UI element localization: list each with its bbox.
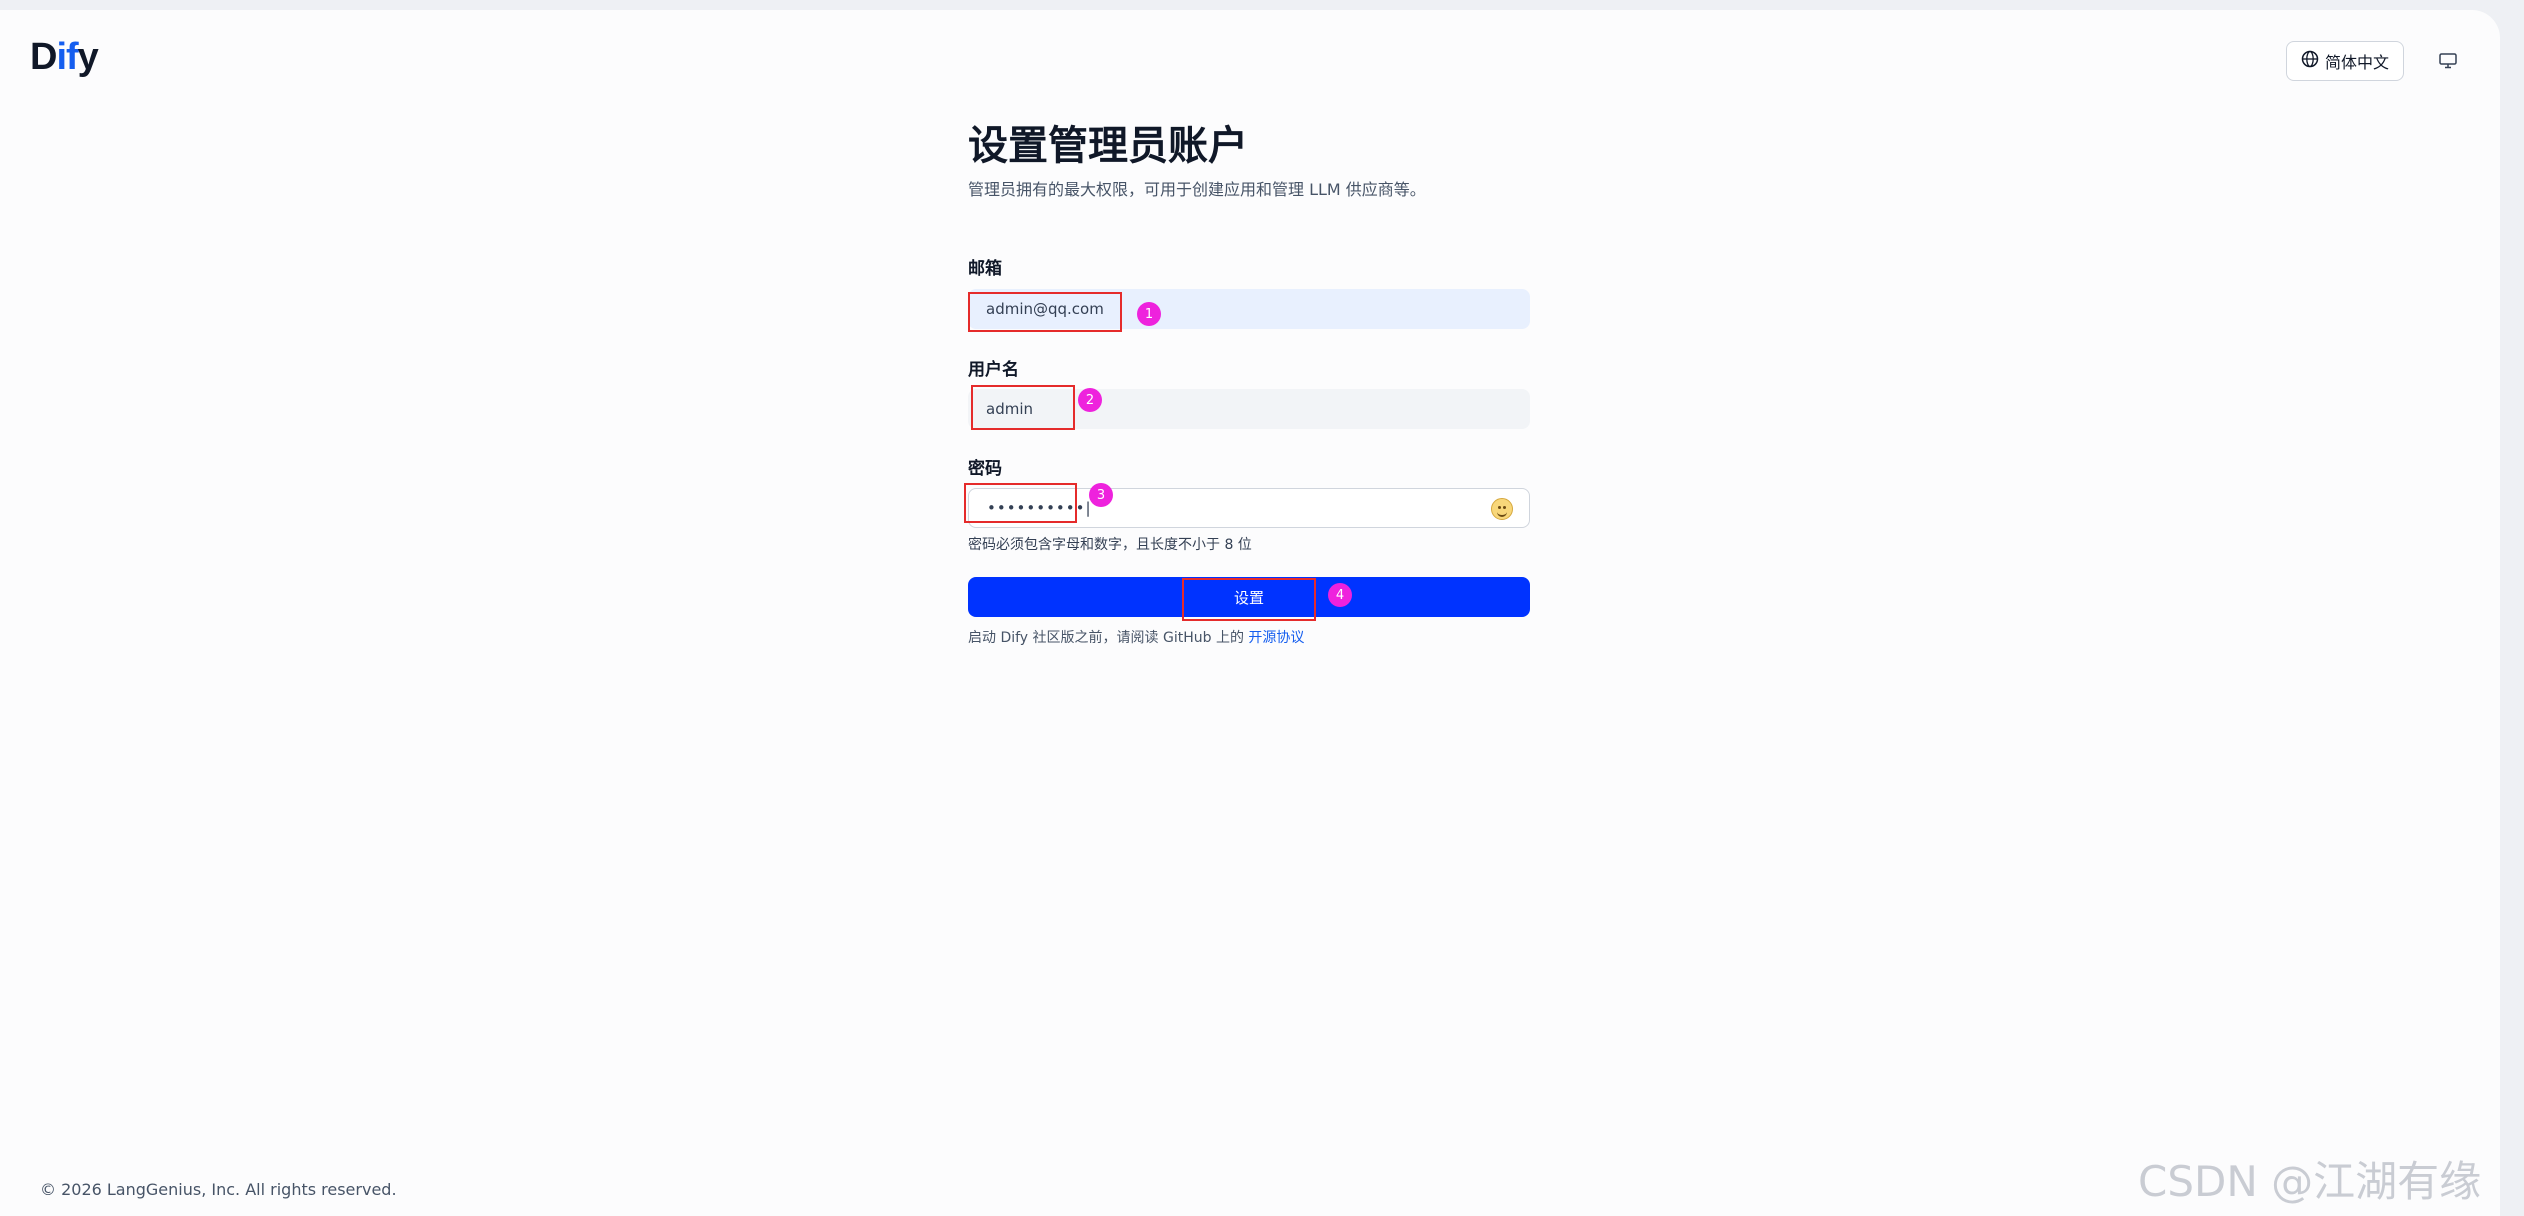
- open-source-license-link[interactable]: 开源协议: [1248, 630, 1304, 646]
- page-title: 设置管理员账户: [968, 123, 1248, 169]
- email-label: 邮箱: [968, 259, 1002, 279]
- window-right-strip: [2500, 0, 2524, 1216]
- annotation-box-submit: [1182, 578, 1316, 621]
- monitor-icon[interactable]: [2436, 50, 2460, 72]
- license-notice: 启动 Dify 社区版之前，请阅读 GitHub 上的 开源协议: [968, 627, 1304, 647]
- window-top-strip: [0, 0, 2524, 10]
- license-text: 启动 Dify 社区版之前，请阅读 GitHub 上的: [968, 630, 1249, 646]
- copyright-footer: © 2026 LangGenius, Inc. All rights reser…: [40, 1180, 397, 1199]
- csdn-watermark: CSDN @江湖有缘: [2138, 1157, 2482, 1206]
- setup-header: 设置管理员账户 管理员拥有的最大权限，可用于创建应用和管理 LLM 供应商等。: [968, 118, 1530, 202]
- annotation-box-password: [964, 483, 1077, 523]
- dify-logo[interactable]: Dify: [30, 36, 99, 79]
- page-subtitle: 管理员拥有的最大权限，可用于创建应用和管理 LLM 供应商等。: [968, 180, 1426, 199]
- password-label: 密码: [968, 459, 1002, 479]
- language-selector-button[interactable]: 简体中文: [2286, 41, 2404, 81]
- password-hint: 密码必须包含字母和数字，且长度不小于 8 位: [968, 537, 1252, 553]
- annotation-badge-2: 2: [1078, 388, 1102, 412]
- annotation-badge-1: 1: [1137, 302, 1161, 326]
- show-password-icon[interactable]: [1491, 498, 1513, 520]
- annotation-badge-4: 4: [1328, 583, 1352, 607]
- username-label: 用户名: [968, 360, 1019, 380]
- globe-icon: [2301, 50, 2319, 72]
- annotation-box-email: [968, 292, 1122, 332]
- language-label: 简体中文: [2324, 53, 2389, 72]
- annotation-box-username: [971, 385, 1075, 430]
- annotation-badge-3: 3: [1089, 483, 1113, 507]
